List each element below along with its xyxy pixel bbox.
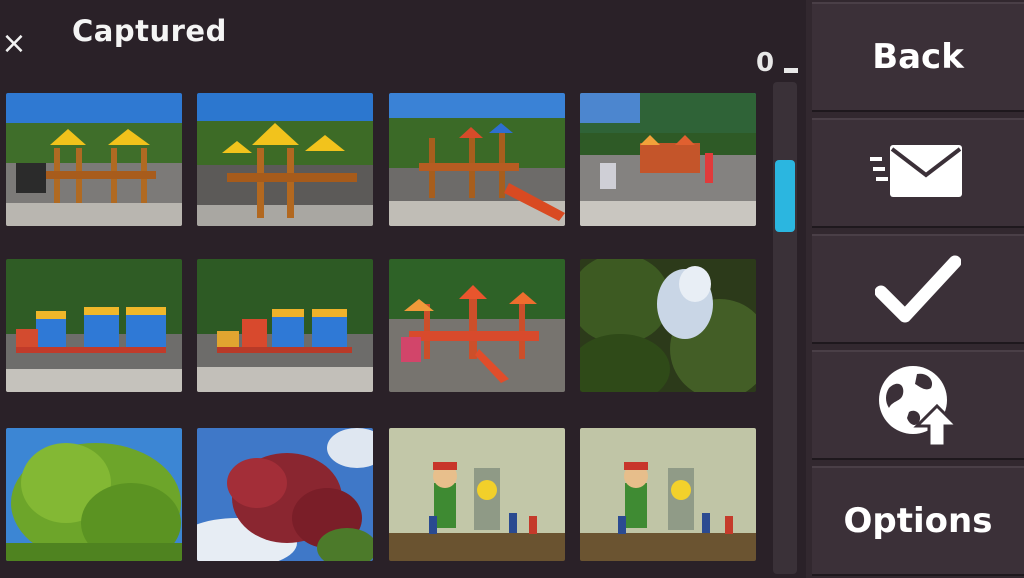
thumbnail-playground-4[interactable]	[580, 93, 756, 226]
thumbnail-green-tree[interactable]	[6, 428, 182, 561]
back-label: Back	[872, 37, 964, 77]
checkmark-icon	[875, 254, 961, 324]
thumbnail-playground-5[interactable]	[389, 259, 565, 392]
thumbnail-tree-canopy[interactable]	[580, 259, 756, 392]
scrollbar-track[interactable]	[773, 82, 797, 574]
counter-indicator	[784, 68, 798, 73]
send-button[interactable]	[812, 118, 1024, 228]
back-button[interactable]: Back	[812, 2, 1024, 112]
share-online-button[interactable]	[812, 350, 1024, 460]
thumbnail-playground-1[interactable]	[6, 93, 182, 226]
thumbnail-playground-2[interactable]	[197, 93, 373, 226]
thumbnail-red-tree[interactable]	[197, 428, 373, 561]
send-message-icon	[870, 143, 966, 203]
options-label: Options	[843, 501, 993, 541]
thumbnail-playground-3[interactable]	[389, 93, 565, 226]
action-toolbar: Back Options	[806, 0, 1024, 578]
scrollbar-thumb[interactable]	[775, 160, 795, 232]
options-button[interactable]: Options	[812, 466, 1024, 576]
thumbnail-figurines-2[interactable]	[580, 428, 756, 561]
thumbnail-grid	[0, 0, 760, 578]
thumbnail-figurines-1[interactable]	[389, 428, 565, 561]
select-button[interactable]	[812, 234, 1024, 344]
thumbnail-train-1[interactable]	[6, 259, 182, 392]
web-upload-icon	[875, 362, 961, 448]
thumbnail-train-2[interactable]	[197, 259, 373, 392]
